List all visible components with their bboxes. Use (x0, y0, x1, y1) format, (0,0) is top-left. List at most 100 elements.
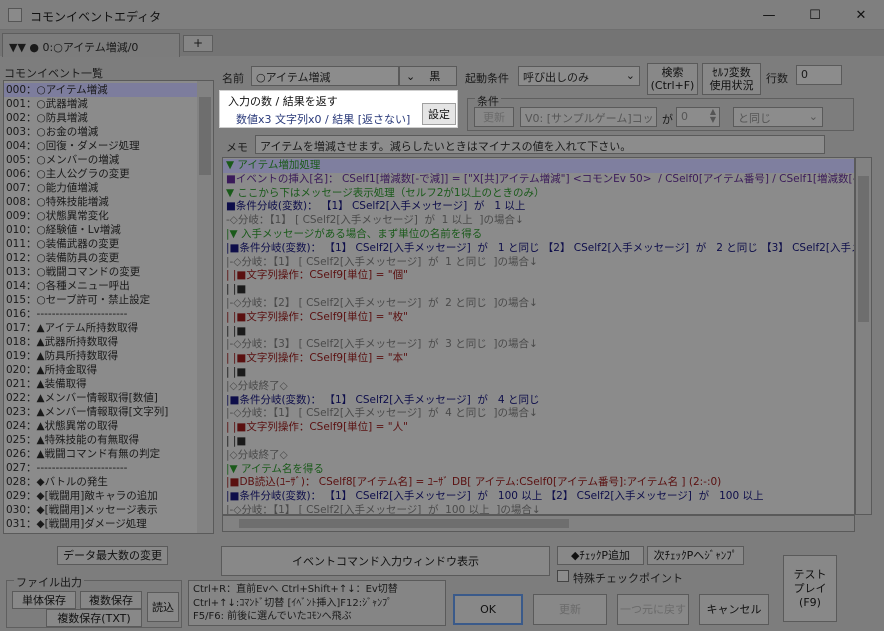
code-line[interactable]: |▼ 入手メッセージがある場合、まず単位の名前を得る (223, 228, 854, 242)
cancel-button[interactable]: キャンセル (699, 594, 769, 625)
single-save-button[interactable]: 単体保存 (12, 591, 76, 609)
code-line[interactable]: |-◇分岐：【3】 [ CSelf2[入手メッセージ] が 3 と同じ ]の場合… (223, 338, 854, 352)
add-tab-button[interactable]: + (183, 35, 213, 52)
spin-arrows-icon: ▲ ▼ (709, 107, 716, 124)
code-line[interactable]: | |■文字列操作：CSelf9[単位] = "枚" (223, 311, 854, 325)
code-vscroll-thumb[interactable] (858, 176, 869, 322)
list-item[interactable]: 026：▲戦闘コマンド有無の判定 (4, 447, 213, 461)
code-line[interactable]: | |■文字列操作：CSelf9[単位] = "本" (223, 352, 854, 366)
list-scroll-thumb[interactable] (199, 97, 211, 175)
code-line[interactable]: ▼ ここから下はメッセージ表示処理（セルフ2が1以上のときのみ） (223, 187, 854, 201)
list-item[interactable]: 016：------------------------ (4, 307, 213, 321)
command-input-window-button[interactable]: イベントコマンド入力ウィンドウ表示 (221, 546, 550, 576)
test-play-button[interactable]: テスト プレイ (F9) (783, 555, 837, 622)
code-line[interactable]: |◇分岐終了◇ (223, 380, 854, 394)
special-checkpoint-checkbox[interactable] (557, 570, 569, 582)
list-item[interactable]: 019：▲防具所持数取得 (4, 349, 213, 363)
code-line[interactable]: |-◇分岐：【1】 [ CSelf2[入手メッセージ] が 4 と同じ ]の場合… (223, 407, 854, 421)
code-line[interactable]: | |■文字列操作：CSelf9[単位] = "人" (223, 421, 854, 435)
list-item[interactable]: 002：○防具増減 (4, 111, 213, 125)
list-item[interactable]: 003：○お金の増減 (4, 125, 213, 139)
list-item[interactable]: 011：○装備武器の変更 (4, 237, 213, 251)
list-item[interactable]: 012：○装備防具の変更 (4, 251, 213, 265)
list-item[interactable]: 005：○メンバーの増減 (4, 153, 213, 167)
list-item[interactable]: 008：○特殊技能増減 (4, 195, 213, 209)
code-line[interactable]: |◇分岐終了◇ (223, 449, 854, 463)
condition-variable-select[interactable]: V0: [サンプルゲーム]コッ (520, 107, 657, 127)
list-item[interactable]: 001：○武器増減 (4, 97, 213, 111)
name-color-select[interactable]: ⌄ 黒 (399, 66, 457, 86)
list-item[interactable]: 021：▲装備取得 (4, 377, 213, 391)
list-item[interactable]: 024：▲状態異常の取得 (4, 419, 213, 433)
close-button[interactable]: ✕ (838, 0, 884, 30)
trigger-select[interactable]: 呼び出しのみ ⌄ (518, 66, 640, 86)
list-item[interactable]: 010：○経験値・Lv増減 (4, 223, 213, 237)
list-item[interactable]: 029：◆[戦闘用]敵キャラの追加 (4, 489, 213, 503)
lines-input[interactable]: 0 (796, 65, 842, 85)
code-line[interactable]: |■DB読込(ﾕｰｻﾞ)： CSelf8[アイテム名] = ﾕｰｻﾞ DB[ ア… (223, 476, 854, 490)
list-item[interactable]: 025：▲特殊技能の有無取得 (4, 433, 213, 447)
trigger-label: 起動条件 (465, 72, 509, 85)
code-line[interactable]: |■条件分岐(変数)： 【1】 CSelf2[入手メッセージ] が 4 と同じ (223, 394, 854, 408)
list-item[interactable]: 030：◆[戦闘用]メッセージ表示 (4, 503, 213, 517)
name-input[interactable]: ○アイテム増減 (251, 66, 399, 86)
next-checkpoint-button[interactable]: 次ﾁｪｯｸPへｼﾞｬﾝﾌﾟ (647, 546, 744, 565)
ok-button[interactable]: OK (453, 594, 523, 625)
code-line[interactable]: | |■文字列操作：CSelf9[単位] = "個" (223, 269, 854, 283)
code-hscrollbar[interactable] (222, 515, 855, 532)
code-vscrollbar[interactable] (855, 157, 872, 515)
code-line[interactable]: |-◇分岐：【1】 [ CSelf2[入手メッセージ] が 1 と同じ ]の場合… (223, 256, 854, 270)
db-max-change-button[interactable]: データ最大数の変更 (57, 546, 168, 565)
list-item[interactable]: 031：◆[戦闘用]ダメージ処理 (4, 517, 213, 531)
list-item[interactable]: 020：▲所持金取得 (4, 363, 213, 377)
code-line[interactable]: |■条件分岐(変数)： 【1】 CSelf2[入手メッセージ] が 100 以上… (223, 490, 854, 504)
update-button[interactable]: 更新 (533, 594, 607, 625)
search-button[interactable]: 検索 (Ctrl+F) (647, 63, 698, 95)
code-line[interactable]: | |■ (223, 325, 854, 339)
multi-save-txt-button[interactable]: 複数保存(TXT) (46, 609, 142, 627)
list-item[interactable]: 014：○各種メニュー呼出 (4, 279, 213, 293)
memo-input[interactable]: アイテムを増減させます。減らしたいときはマイナスの値を入れて下さい。 (255, 135, 825, 154)
code-line[interactable]: ■イベントの挿入[名]： CSelf1[増減数[-で減]] = ["X[共]アイ… (223, 173, 854, 187)
condition-update-button[interactable]: 更新 (474, 107, 514, 127)
code-line[interactable]: ■条件分岐(変数)： 【1】 CSelf2[入手メッセージ] が 1 以上 (223, 200, 854, 214)
list-item[interactable]: 007：○能力値増減 (4, 181, 213, 195)
list-item[interactable]: 000：○アイテム増減 (4, 83, 213, 97)
list-item[interactable]: 022：▲メンバー情報取得[数値] (4, 391, 213, 405)
code-line[interactable]: | |■ (223, 283, 854, 297)
list-item[interactable]: 015：○セーブ許可・禁止設定 (4, 293, 213, 307)
maximize-button[interactable]: ☐ (792, 0, 838, 30)
event-command-list[interactable]: ▼ アイテム増加処理 ■イベントの挿入[名]： CSelf1[増減数[-で減]] … (222, 157, 855, 515)
code-line[interactable]: |■条件分岐(変数)： 【1】 CSelf2[入手メッセージ] が 1 と同じ … (223, 242, 854, 256)
list-item[interactable]: 028：◆バトルの発生 (4, 475, 213, 489)
code-line[interactable]: |-◇分岐：【2】 [ CSelf2[入手メッセージ] が 2 と同じ ]の場合… (223, 297, 854, 311)
load-button[interactable]: 読込 (147, 592, 179, 622)
list-item[interactable]: 013：○戦闘コマンドの変更 (4, 265, 213, 279)
common-event-list[interactable]: 000：○アイテム増減 001：○武器増減 002：○防具増減 003：○お金の増減 0… (3, 80, 214, 534)
list-item[interactable]: 023：▲メンバー情報取得[文字列] (4, 405, 213, 419)
add-checkpoint-button[interactable]: ◆ﾁｪｯｸP追加 (557, 546, 644, 565)
list-scrollbar[interactable] (197, 81, 213, 533)
code-line[interactable]: | |■ (223, 366, 854, 380)
list-item[interactable]: 017：▲アイテム所持数取得 (4, 321, 213, 335)
multi-save-button[interactable]: 複数保存 (80, 591, 142, 609)
code-line[interactable]: |-◇分岐：【1】 [ CSelf2[入手メッセージ] が 100 以上 ]の場… (223, 504, 854, 514)
list-item[interactable]: 018：▲武器所持数取得 (4, 335, 213, 349)
code-line[interactable]: -◇分岐：【1】 [ CSelf2[入手メッセージ] が 1 以上 ]の場合↓ (223, 214, 854, 228)
tab-event-0[interactable]: ▼▼ ● 0:○アイテム増減/0 (2, 33, 180, 57)
self-var-usage-button[interactable]: ｾﾙﾌ変数 使用状況 (702, 63, 761, 95)
io-set-button[interactable]: 設定 (422, 103, 456, 125)
list-item[interactable]: 006：○主人公グラの変更 (4, 167, 213, 181)
list-item[interactable]: 004：○回復・ダメージ処理 (4, 139, 213, 153)
minimize-button[interactable]: — (746, 0, 792, 30)
list-item[interactable]: 027：------------------------ (4, 461, 213, 475)
code-hscroll-thumb[interactable] (239, 519, 569, 528)
condition-value-input[interactable]: 0 ▲ ▼ (676, 107, 720, 127)
condition-ga-label: が (662, 113, 673, 126)
code-line[interactable]: ▼ アイテム増加処理 (223, 159, 854, 173)
code-line[interactable]: | |■ (223, 435, 854, 449)
code-line[interactable]: |▼ アイテム名を得る (223, 463, 854, 477)
list-item[interactable]: 009：○状態異常変化 (4, 209, 213, 223)
revert-button[interactable]: 一つ元に戻す (617, 594, 689, 625)
condition-operator-select[interactable]: と同じ ⌄ (733, 107, 823, 127)
